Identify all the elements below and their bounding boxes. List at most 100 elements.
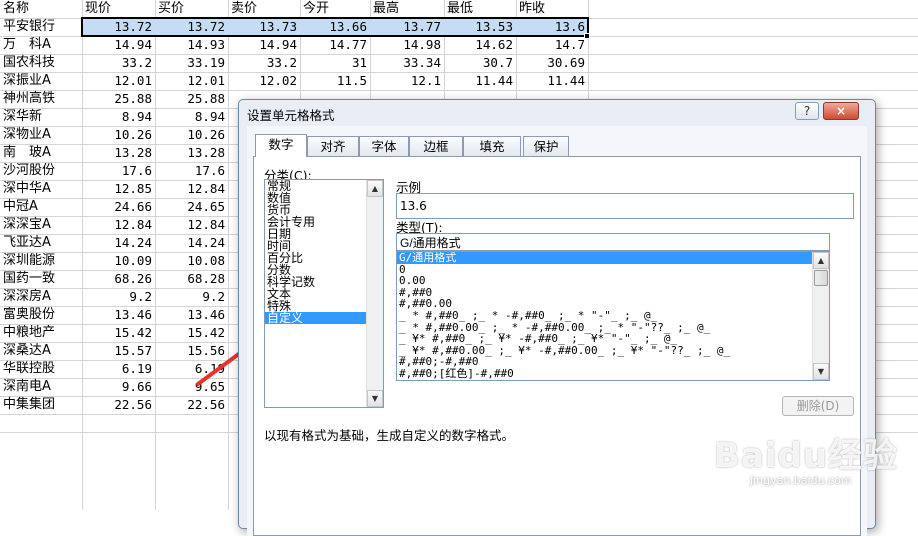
price-cell[interactable]: 12.02: [228, 72, 300, 90]
price-cell[interactable]: 14.24: [82, 234, 155, 252]
type-input[interactable]: [396, 233, 830, 251]
price-cell[interactable]: 9.66: [82, 378, 155, 396]
price-cell[interactable]: 14.93: [155, 36, 228, 54]
price-cell[interactable]: 12.01: [82, 72, 155, 90]
type-listbox[interactable]: G/通用格式 0 0.00 #,##0 #,##0.00 _ * #,##0_ ;_ * …: [396, 251, 830, 381]
price-cell[interactable]: 12.84: [155, 180, 228, 198]
price-cell[interactable]: 17.6: [155, 162, 228, 180]
price-cell[interactable]: 33.19: [155, 54, 228, 72]
stock-name-cell[interactable]: 深华新: [0, 108, 82, 126]
category-scrollbar[interactable]: ▲ ▼: [366, 180, 383, 407]
price-cell[interactable]: 68.26: [82, 270, 155, 288]
tab-1[interactable]: 对齐: [307, 136, 359, 156]
fill-handle[interactable]: [584, 33, 590, 39]
scroll-thumb[interactable]: [814, 270, 828, 286]
price-cell[interactable]: 14.24: [155, 234, 228, 252]
stock-name-cell[interactable]: 沙河股份: [0, 162, 82, 180]
price-cell[interactable]: 22.56: [155, 396, 228, 414]
stock-name-cell[interactable]: 深桑达A: [0, 342, 82, 360]
price-cell[interactable]: 12.85: [82, 180, 155, 198]
price-cell[interactable]: 30.69: [516, 54, 588, 72]
column-header-cell[interactable]: 现价: [82, 0, 155, 18]
price-cell[interactable]: 12.84: [155, 216, 228, 234]
column-header-cell[interactable]: 今开: [300, 0, 370, 18]
price-cell[interactable]: 10.09: [82, 252, 155, 270]
stock-name-cell[interactable]: 万 科A: [0, 36, 82, 54]
price-cell[interactable]: 33.2: [228, 54, 300, 72]
price-cell[interactable]: 25.88: [82, 90, 155, 108]
tab-2[interactable]: 字体: [359, 136, 409, 156]
type-scrollbar[interactable]: ▲ ▼: [812, 252, 829, 380]
scroll-down-icon[interactable]: ▼: [367, 390, 383, 407]
stock-name-cell[interactable]: 富奥股份: [0, 306, 82, 324]
price-cell[interactable]: 13.46: [82, 306, 155, 324]
stock-name-cell[interactable]: 中冠A: [0, 198, 82, 216]
price-cell[interactable]: 12.1: [370, 72, 444, 90]
stock-name-cell[interactable]: 平安银行: [0, 18, 82, 36]
tab-3[interactable]: 边框: [409, 136, 463, 156]
stock-name-cell[interactable]: 神州高铁: [0, 90, 82, 108]
stock-name-cell[interactable]: 国农科技: [0, 54, 82, 72]
stock-name-cell[interactable]: 深物业A: [0, 126, 82, 144]
price-cell[interactable]: 8.94: [82, 108, 155, 126]
price-cell[interactable]: 33.2: [82, 54, 155, 72]
type-format-item[interactable]: #,##0: [397, 287, 829, 299]
stock-name-cell[interactable]: 深中华A: [0, 180, 82, 198]
price-cell[interactable]: 14.7: [516, 36, 588, 54]
tab-5[interactable]: 保护: [523, 136, 569, 156]
scroll-down-icon[interactable]: ▼: [813, 363, 829, 380]
price-cell[interactable]: 14.62: [444, 36, 516, 54]
price-cell[interactable]: 10.26: [155, 126, 228, 144]
price-cell[interactable]: 30.7: [444, 54, 516, 72]
column-header-cell[interactable]: 最低: [444, 0, 516, 18]
price-cell[interactable]: 24.65: [155, 198, 228, 216]
price-cell[interactable]: 12.84: [82, 216, 155, 234]
column-header-cell[interactable]: 昨收: [516, 0, 588, 18]
price-cell[interactable]: 8.94: [155, 108, 228, 126]
stock-name-cell[interactable]: 南 玻A: [0, 144, 82, 162]
column-header-cell[interactable]: 名称: [0, 0, 82, 18]
stock-name-cell[interactable]: 中集集团: [0, 396, 82, 414]
price-cell[interactable]: 13.28: [82, 144, 155, 162]
type-format-item[interactable]: 0.00: [397, 275, 829, 287]
price-cell[interactable]: 14.94: [82, 36, 155, 54]
price-cell[interactable]: 31: [300, 54, 370, 72]
price-cell[interactable]: 33.34: [370, 54, 444, 72]
price-cell[interactable]: 13.28: [155, 144, 228, 162]
type-format-item[interactable]: _ ¥* #,##0_ ;_ ¥* -#,##0_ ;_ ¥* "-"_ ;_ …: [397, 333, 829, 345]
price-cell[interactable]: 17.6: [82, 162, 155, 180]
type-format-item[interactable]: #,##0;[红色]-#,##0: [397, 368, 829, 380]
tab-4[interactable]: 填充: [463, 136, 521, 156]
price-cell[interactable]: 24.66: [82, 198, 155, 216]
tab-0[interactable]: 数字: [255, 134, 307, 157]
type-format-item[interactable]: 0: [397, 263, 829, 276]
price-cell[interactable]: 9.2: [82, 288, 155, 306]
price-cell[interactable]: 12.01: [155, 72, 228, 90]
column-header-cell[interactable]: 最高: [370, 0, 444, 18]
column-header-cell[interactable]: 卖价: [228, 0, 300, 18]
category-listbox[interactable]: 常规 数值 货币 会计专用 日期 时间 百分比 分数 科学记数 文本 特殊 自定义 ▲ ▼: [264, 179, 384, 408]
price-cell[interactable]: 25.88: [155, 90, 228, 108]
price-cell[interactable]: 14.94: [228, 36, 300, 54]
scroll-up-icon[interactable]: ▲: [367, 180, 383, 197]
price-cell[interactable]: 6.19: [82, 360, 155, 378]
price-cell[interactable]: 11.44: [516, 72, 588, 90]
scroll-up-icon[interactable]: ▲: [813, 252, 829, 269]
stock-name-cell[interactable]: 国药一致: [0, 270, 82, 288]
price-cell[interactable]: 11.5: [300, 72, 370, 90]
price-cell[interactable]: 9.2: [155, 288, 228, 306]
stock-name-cell[interactable]: 深振业A: [0, 72, 82, 90]
price-cell[interactable]: 14.98: [370, 36, 444, 54]
price-cell[interactable]: 15.42: [82, 324, 155, 342]
type-format-item[interactable]: G/通用格式: [397, 252, 829, 264]
stock-name-cell[interactable]: 飞亚达A: [0, 234, 82, 252]
type-format-item[interactable]: _ * #,##0_ ;_ * -#,##0_ ;_ * "-"_ ;_ @_: [397, 310, 829, 322]
close-button[interactable]: ×: [823, 102, 859, 120]
price-cell[interactable]: 11.44: [444, 72, 516, 90]
price-cell[interactable]: 68.28: [155, 270, 228, 288]
price-cell[interactable]: 10.08: [155, 252, 228, 270]
price-cell[interactable]: 10.26: [82, 126, 155, 144]
stock-name-cell[interactable]: 深南电A: [0, 378, 82, 396]
price-cell[interactable]: 22.56: [82, 396, 155, 414]
column-header-cell[interactable]: 买价: [155, 0, 228, 18]
